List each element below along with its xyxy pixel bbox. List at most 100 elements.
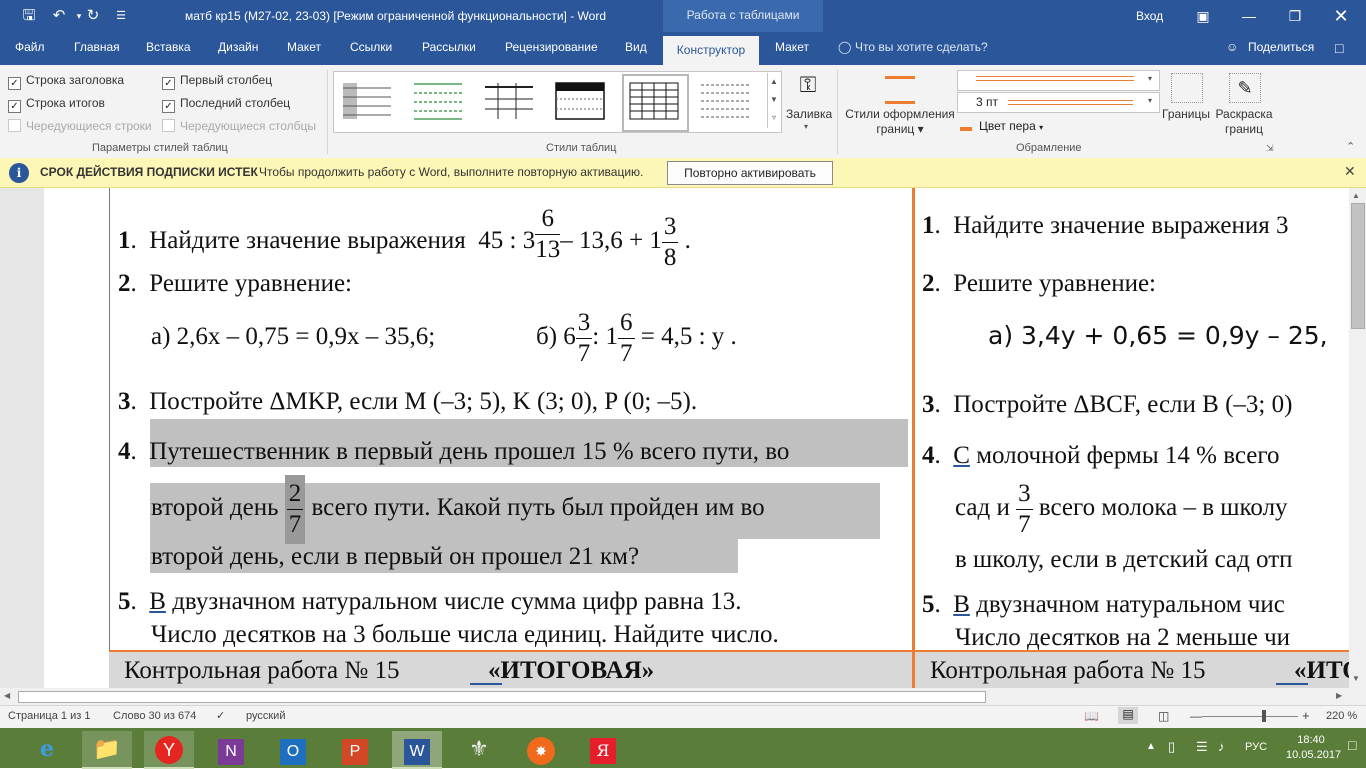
tab-mailings[interactable]: Рассылки xyxy=(422,40,476,54)
border-painter-icon[interactable]: ✎ xyxy=(1229,73,1261,103)
explorer-icon[interactable]: 📁 xyxy=(82,731,132,769)
pen-color-icon[interactable] xyxy=(960,118,975,133)
share-icon[interactable]: ☺ xyxy=(1226,40,1238,54)
table-style-2[interactable] xyxy=(409,79,466,123)
tab-review[interactable]: Рецензирование xyxy=(505,40,598,54)
border-styles-button[interactable]: Стили оформления границ ▾ xyxy=(845,107,955,137)
customize-qat-icon[interactable]: ☰ xyxy=(110,6,132,26)
gallery-scroll[interactable]: ▲ ▼ ▿ xyxy=(767,73,780,128)
footer-left-text: Контрольная работа № 15 xyxy=(124,657,400,684)
borders-icon[interactable] xyxy=(1171,73,1203,103)
clock[interactable]: 18:40 10.05.2017 xyxy=(1286,733,1341,763)
task-4-line-3: в школу, если в детский сад отп xyxy=(955,546,1293,573)
collapse-ribbon-icon[interactable]: ⌃ xyxy=(1346,140,1355,153)
zoom-level[interactable]: 220 % xyxy=(1326,710,1357,722)
horizontal-scrollbar[interactable]: ◀ ▶ xyxy=(0,688,1366,705)
info-icon: i xyxy=(9,163,29,183)
shading-icon[interactable]: ⚿ xyxy=(793,72,823,102)
table-style-4[interactable] xyxy=(551,79,608,123)
borders-button[interactable]: Границы xyxy=(1162,107,1210,122)
dialog-launcher-icon[interactable]: ⇲ xyxy=(1266,143,1274,154)
page-count[interactable]: Страница 1 из 1 xyxy=(8,710,90,722)
yandex-browser-icon[interactable]: Y xyxy=(144,731,194,769)
last-column-checkbox[interactable]: ✓ Последний столбец xyxy=(162,96,290,113)
zoom-in-icon[interactable]: + xyxy=(1302,708,1310,723)
shading-button[interactable]: Заливка xyxy=(786,107,832,122)
horizontal-scroll-thumb[interactable] xyxy=(18,691,986,703)
header-row-checkbox[interactable]: ✓ Строка заголовка xyxy=(8,73,124,90)
network-icon[interactable]: ☰ xyxy=(1196,739,1208,755)
volume-icon[interactable]: ♪ xyxy=(1218,739,1225,754)
redo-icon[interactable]: ↻ xyxy=(82,6,104,26)
close-message-icon[interactable]: ✕ xyxy=(1344,163,1356,180)
table-style-5-selected[interactable] xyxy=(625,79,682,123)
tab-design[interactable]: Дизайн xyxy=(218,40,258,54)
task-4: 4. С молочной фермы 14 % всего xyxy=(922,442,1280,469)
notifications-icon[interactable]: □ xyxy=(1348,737,1356,753)
scroll-down-icon[interactable]: ▼ xyxy=(1352,674,1360,683)
read-mode-icon[interactable]: 📖 xyxy=(1084,709,1099,723)
tray-device-icon[interactable]: ▯ xyxy=(1168,739,1175,755)
column-separator xyxy=(912,188,915,650)
table-style-6[interactable] xyxy=(696,79,753,123)
scroll-left-icon[interactable]: ◀ xyxy=(4,691,10,700)
total-row-checkbox[interactable]: ✓ Строка итогов xyxy=(8,96,105,113)
tab-constructor[interactable]: Конструктор xyxy=(663,36,759,65)
tab-insert[interactable]: Вставка xyxy=(146,40,191,54)
tab-file[interactable]: Файл xyxy=(15,40,45,54)
line-style-select[interactable]: ▾ xyxy=(957,70,1160,91)
signin-link[interactable]: Вход xyxy=(1136,9,1163,23)
web-layout-icon[interactable]: ◫ xyxy=(1158,709,1169,723)
close-button[interactable]: ✕ xyxy=(1318,0,1364,32)
maximize-button[interactable]: ❐ xyxy=(1272,0,1318,32)
banded-rows-checkbox[interactable]: Чередующиеся строки xyxy=(8,119,152,133)
minimize-button[interactable]: — xyxy=(1226,0,1272,32)
border-styles-icon[interactable] xyxy=(885,76,915,104)
tab-view[interactable]: Вид xyxy=(625,40,647,54)
scroll-up-icon[interactable]: ▲ xyxy=(1352,191,1360,200)
task-5: 5. В двузначном натуральном чис xyxy=(922,591,1285,618)
tab-layout[interactable]: Макет xyxy=(287,40,321,54)
zoom-slider-thumb[interactable] xyxy=(1262,710,1266,722)
reactivate-button[interactable]: Повторно активировать xyxy=(667,161,833,185)
vertical-scrollbar[interactable]: ▲ ▼ xyxy=(1349,188,1366,688)
pen-color-button[interactable]: Цвет пера ▾ xyxy=(979,119,1043,133)
zoom-slider[interactable] xyxy=(1202,716,1298,717)
task-5: 5. В двузначном натуральном числе сумма … xyxy=(118,588,742,615)
undo-icon[interactable]: ↶ xyxy=(48,6,70,26)
tab-table-layout[interactable]: Макет xyxy=(775,40,809,54)
tab-home[interactable]: Главная xyxy=(74,40,120,54)
line-weight-select[interactable]: 3 пт ▾ xyxy=(957,92,1160,113)
tab-references[interactable]: Ссылки xyxy=(350,40,392,54)
tell-me-input[interactable]: Что вы хотите сделать? xyxy=(855,40,988,54)
print-layout-icon[interactable]: ▤ xyxy=(1118,707,1138,724)
powerpoint-icon[interactable]: P xyxy=(330,731,380,767)
media-player-icon[interactable]: ✸ xyxy=(516,731,566,767)
onenote-icon[interactable]: N xyxy=(206,731,256,767)
ie-icon[interactable]: e xyxy=(22,731,72,767)
table-style-1[interactable] xyxy=(338,79,395,123)
shading-dropdown-icon[interactable]: ▾ xyxy=(804,122,808,131)
outlook-icon[interactable]: O xyxy=(268,731,318,767)
save-icon[interactable]: 🖫 xyxy=(18,6,40,26)
vertical-scroll-thumb[interactable] xyxy=(1351,203,1365,329)
first-column-checkbox[interactable]: ✓ Первый столбец xyxy=(162,73,272,90)
yandex-icon[interactable]: Я xyxy=(578,731,628,767)
ribbon-display-icon[interactable]: ▣ xyxy=(1180,0,1226,32)
group-separator xyxy=(327,70,328,154)
scroll-right-icon[interactable]: ▶ xyxy=(1336,691,1342,700)
word-icon[interactable]: W xyxy=(392,731,442,769)
input-language[interactable]: РУС xyxy=(1245,741,1267,753)
task-1: 1. Найдите значение выражения 45 : 3 6 13–… xyxy=(118,204,691,272)
zoom-out-icon[interactable]: — xyxy=(1190,709,1202,723)
language-indicator[interactable]: русский xyxy=(246,710,285,722)
border-painter-button[interactable]: Раскраска границ xyxy=(1212,107,1276,137)
app-emblem-icon[interactable]: ⚜ xyxy=(454,731,504,767)
word-count[interactable]: Слово 30 из 674 xyxy=(113,710,196,722)
share-button[interactable]: Поделиться xyxy=(1248,40,1314,54)
banded-columns-checkbox[interactable]: Чередующиеся столбцы xyxy=(162,119,316,133)
table-style-3[interactable] xyxy=(480,79,537,123)
proofing-icon[interactable]: ✓ xyxy=(216,709,225,722)
comments-icon[interactable]: □ xyxy=(1335,40,1343,56)
tray-expand-icon[interactable]: ▲ xyxy=(1146,741,1156,752)
